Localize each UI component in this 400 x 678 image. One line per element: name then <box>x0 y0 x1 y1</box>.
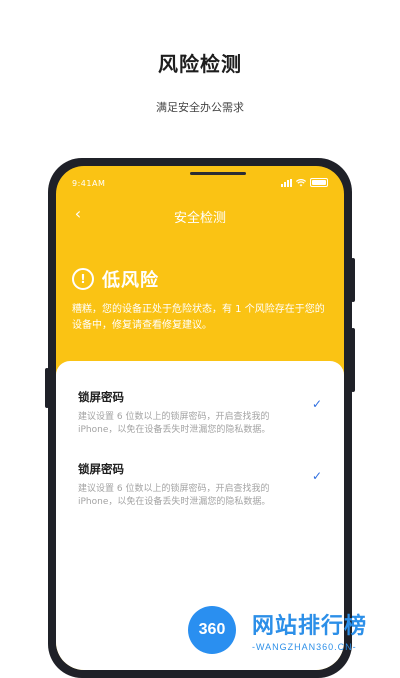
risk-description: 糟糕，您的设备正处于危险状态，有 1 个风险存在于您的设备中，修复请查看修复建议… <box>72 304 325 331</box>
nav-title: 安全检测 <box>173 211 226 226</box>
wifi-icon <box>296 178 306 186</box>
page-title: 风险检测 <box>158 52 242 76</box>
phone-speaker <box>190 172 246 175</box>
check-item-title: 锁屏密码 <box>78 462 124 476</box>
watermark-name: 网站排行榜 <box>252 614 368 639</box>
watermark-url: -WANGZHAN360.CN- <box>252 642 357 652</box>
status-time: 9:41AM <box>72 179 106 188</box>
check-item-description: 建议设置 6 位数以上的锁屏密码，开启查找我的 iPhone，以免在设备丢失时泄… <box>78 484 271 507</box>
page-heading: 风险检测 满足安全办公需求 <box>0 48 400 115</box>
nav-bar: ‹ 安全检测 <box>56 204 344 228</box>
warning-icon: ! <box>72 268 94 290</box>
check-item[interactable]: 锁屏密码 建议设置 6 位数以上的锁屏密码，开启查找我的 iPhone，以免在设… <box>78 461 322 509</box>
check-item-title: 锁屏密码 <box>78 390 124 404</box>
phone-side-button <box>351 328 355 392</box>
watermark-logo-icon: 360 <box>188 606 236 654</box>
check-item[interactable]: 锁屏密码 建议设置 6 位数以上的锁屏密码，开启查找我的 iPhone，以免在设… <box>78 389 322 437</box>
phone-side-button <box>351 258 355 302</box>
signal-icon <box>281 178 292 187</box>
phone-side-button <box>45 368 49 408</box>
status-bar: 9:41AM <box>56 176 344 192</box>
battery-icon <box>310 178 328 187</box>
phone-mockup: 9:41AM ‹ 安全检测 ! 低风险 糟糕，您的设备正处于危险状态，有 1 个… <box>45 158 355 678</box>
status-icons <box>281 178 328 187</box>
risk-level: 低风险 <box>102 270 159 291</box>
checkmark-icon: ✓ <box>311 397 322 411</box>
risk-header: ! 低风险 <box>72 266 332 292</box>
check-item-description: 建议设置 6 位数以上的锁屏密码，开启查找我的 iPhone，以免在设备丢失时泄… <box>78 412 271 435</box>
checkmark-icon: ✓ <box>311 469 322 483</box>
risk-summary: ! 低风险 糟糕，您的设备正处于危险状态，有 1 个风险存在于您的设备中，修复请… <box>72 266 332 334</box>
phone-screen: 9:41AM ‹ 安全检测 ! 低风险 糟糕，您的设备正处于危险状态，有 1 个… <box>56 166 344 670</box>
watermark: 360 网站排行榜 -WANGZHAN360.CN- <box>188 604 400 662</box>
page-subtitle: 满足安全办公需求 <box>156 101 244 114</box>
